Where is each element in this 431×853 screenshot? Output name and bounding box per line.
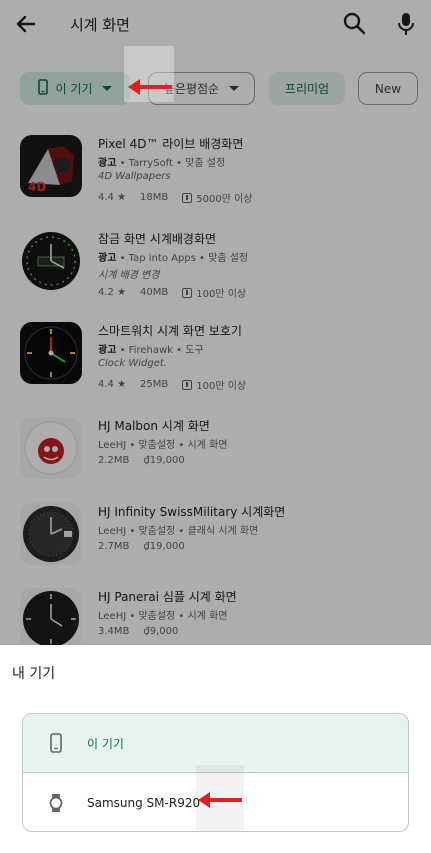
search-query-text[interactable]: 시계 화면: [70, 14, 130, 35]
app-category-2: 시계 화면: [187, 611, 228, 622]
app-developer: LeeHJ: [98, 611, 127, 622]
app-downloads: 5000만 이상: [196, 194, 253, 205]
app-developer: LeeHJ: [98, 526, 127, 537]
app-category-2: 시계 화면: [187, 440, 228, 451]
app-category: 맞춤설정: [138, 526, 176, 537]
device-bottom-sheet: 내 기기 이 기기 Samsung SM-R920: [0, 645, 431, 853]
app-icon: 4D: [20, 135, 82, 197]
app-size: 3.4MB: [98, 626, 130, 637]
premium-filter-chip[interactable]: 프리미엄: [269, 72, 345, 105]
new-filter-label: New: [374, 81, 402, 96]
app-developer: Tap into Apps: [128, 253, 196, 264]
app-meta: 3.4MB ₫9,000: [98, 626, 178, 637]
app-rating: 4.4 ★: [98, 379, 127, 390]
app-downloads-group: 100만 이상: [182, 377, 246, 392]
app-developer: Firehawk: [128, 345, 173, 356]
premium-filter-label: 프리미엄: [284, 82, 330, 96]
chevron-down-icon: [229, 86, 240, 91]
app-price: ₫9,000: [143, 626, 179, 637]
app-list-item[interactable]: HJ Infinity SwissMilitary 시계화면 LeeHJ • 맞…: [0, 503, 431, 583]
app-size: 40MB: [140, 287, 169, 298]
new-filter-chip[interactable]: New: [358, 72, 418, 105]
device-label: Samsung SM-R920: [87, 795, 201, 810]
app-title: 잠금 화면 시계배경화면: [98, 232, 217, 246]
sheet-title: 내 기기: [12, 666, 56, 682]
search-icon[interactable]: [342, 10, 368, 38]
app-subtitle: LeeHJ • 맞춤설정 • 클래식 시계 화면: [98, 526, 259, 537]
app-subtitle: 광고 • Tap into Apps • 맞춤 설정: [98, 253, 249, 264]
svg-text:4D: 4D: [28, 180, 46, 194]
filter-chips: 이 기기 높은평점순 프리미엄 New: [0, 68, 431, 110]
download-icon: [182, 380, 193, 390]
app-list-item[interactable]: 4D Pixel 4D™ 라이브 배경화면 광고 • TarrySoft • 맞…: [0, 135, 431, 215]
mic-icon[interactable]: [394, 10, 418, 38]
top-bar: 시계 화면: [0, 0, 431, 50]
download-icon: [182, 288, 193, 298]
watch-icon: [49, 793, 63, 813]
app-size: 2.2MB: [98, 455, 130, 466]
device-label: 이 기기: [87, 736, 124, 751]
app-description: 시계 배경 변경: [98, 270, 160, 281]
app-meta: 4.4 ★ 18MB 5000만 이상: [98, 190, 253, 205]
app-rating: 4.2 ★: [98, 287, 127, 298]
app-subtitle: LeeHJ • 맞춤설정 • 시계 화면: [98, 611, 228, 622]
app-developer: LeeHJ: [98, 440, 127, 451]
device-filter-label: 이 기기: [55, 82, 93, 96]
app-icon: [20, 417, 82, 479]
ad-label: 광고: [98, 158, 117, 169]
ad-label: 광고: [98, 345, 117, 356]
app-icon: [20, 322, 82, 384]
app-description: 4D Wallpapers: [98, 171, 171, 182]
annotation-arrow-shaft: [206, 798, 242, 802]
app-category: 맞춤설정: [138, 440, 176, 451]
app-list-item[interactable]: 스마트워치 시계 화면 보호기 광고 • Firehawk • 도구 Clock…: [0, 322, 431, 402]
annotation-arrow-icon: [198, 792, 242, 808]
app-list-item[interactable]: HJ Malbon 시계 화면 LeeHJ • 맞춤설정 • 시계 화면 2.2…: [0, 417, 431, 497]
app-downloads: 100만 이상: [196, 381, 247, 392]
app-downloads: 100만 이상: [196, 289, 247, 300]
app-category: 맞춤 설정: [185, 158, 226, 169]
app-category: 맞춤설정: [138, 611, 176, 622]
phone-icon: [37, 79, 48, 98]
download-icon: [182, 193, 193, 203]
app-icon: [20, 230, 82, 292]
app-meta: 4.4 ★ 25MB 100만 이상: [98, 377, 246, 392]
annotation-arrow-shaft: [136, 85, 172, 89]
app-title: HJ Infinity SwissMilitary 시계화면: [98, 505, 286, 519]
app-list-item[interactable]: 잠금 화면 시계배경화면 광고 • Tap into Apps • 맞춤 설정 …: [0, 230, 431, 310]
app-downloads-group: 5000만 이상: [182, 190, 253, 205]
app-size: 2.7MB: [98, 541, 130, 552]
app-size: 18MB: [140, 192, 169, 203]
app-title: HJ Panerai 심플 시계 화면: [98, 590, 237, 604]
chevron-down-icon: [102, 86, 113, 91]
device-filter-chip[interactable]: 이 기기: [20, 72, 130, 105]
phone-icon: [49, 733, 63, 753]
back-arrow-icon[interactable]: [12, 10, 40, 38]
app-category: 도구: [185, 345, 204, 356]
app-meta: 4.2 ★ 40MB 100만 이상: [98, 285, 246, 300]
app-title: Pixel 4D™ 라이브 배경화면: [98, 137, 244, 151]
app-description: Clock Widget.: [98, 358, 167, 369]
app-title: 스마트워치 시계 화면 보호기: [98, 324, 242, 338]
app-category: 맞춤 설정: [208, 253, 249, 264]
app-meta: 2.2MB ₫19,000: [98, 455, 185, 466]
ad-label: 광고: [98, 253, 117, 264]
app-icon: [20, 503, 82, 565]
app-size: 25MB: [140, 379, 169, 390]
annotation-arrow-icon: [128, 79, 172, 95]
app-subtitle: 광고 • Firehawk • 도구: [98, 345, 204, 356]
app-subtitle: 광고 • TarrySoft • 맞춤 설정: [98, 158, 226, 169]
app-meta: 2.7MB ₫19,000: [98, 541, 185, 552]
app-downloads-group: 100만 이상: [182, 285, 246, 300]
app-price: ₫19,000: [143, 455, 185, 466]
app-category-2: 클래식 시계 화면: [187, 526, 259, 537]
app-title: HJ Malbon 시계 화면: [98, 419, 210, 433]
app-icon: [20, 588, 82, 650]
app-subtitle: LeeHJ • 맞춤설정 • 시계 화면: [98, 440, 228, 451]
app-rating: 4.4 ★: [98, 192, 127, 203]
app-price: ₫19,000: [143, 541, 185, 552]
app-developer: TarrySoft: [128, 158, 173, 169]
